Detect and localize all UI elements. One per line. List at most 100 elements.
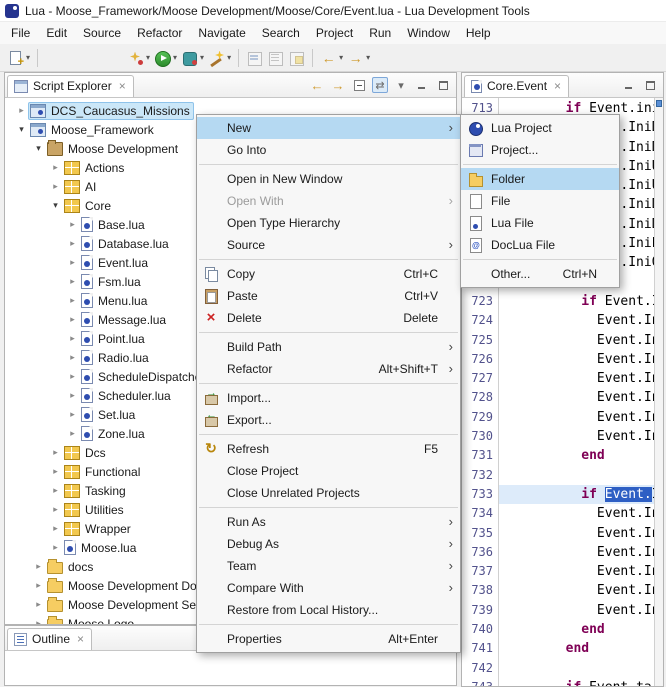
collapsed-arrow-icon[interactable]: ▸ bbox=[49, 162, 62, 173]
collapsed-arrow-icon[interactable]: ▸ bbox=[49, 447, 62, 458]
menu-item-properties[interactable]: PropertiesAlt+Enter bbox=[197, 628, 460, 650]
forward-icon[interactable]: → bbox=[330, 77, 346, 93]
menu-item-source[interactable]: Source› bbox=[197, 234, 460, 256]
dropdown-arrow-icon[interactable]: ▾ bbox=[339, 53, 343, 62]
collapsed-arrow-icon[interactable]: ▸ bbox=[49, 485, 62, 496]
collapsed-arrow-icon[interactable]: ▸ bbox=[32, 580, 45, 591]
collapsed-arrow-icon[interactable]: ▸ bbox=[66, 276, 79, 287]
menu-file[interactable]: File bbox=[3, 23, 38, 43]
menu-item-close-unrelated-projects[interactable]: Close Unrelated Projects bbox=[197, 482, 460, 504]
expanded-arrow-icon[interactable]: ▾ bbox=[15, 124, 28, 135]
collapsed-arrow-icon[interactable]: ▸ bbox=[66, 390, 79, 401]
submenu-item-project[interactable]: Project... bbox=[461, 139, 619, 161]
menu-item-new[interactable]: New› bbox=[197, 117, 460, 139]
tree-item-content: Wrapper bbox=[62, 520, 135, 538]
script-explorer-tab[interactable]: Script Explorer × bbox=[7, 75, 134, 97]
view-menu-icon[interactable]: ▾ bbox=[393, 77, 409, 93]
dropdown-arrow-icon[interactable]: ▾ bbox=[173, 53, 177, 62]
run-button[interactable]: ▾ bbox=[152, 46, 179, 70]
minimize-icon[interactable] bbox=[621, 77, 637, 93]
collapsed-arrow-icon[interactable]: ▸ bbox=[15, 105, 28, 116]
submenu-arrow-icon: › bbox=[449, 234, 453, 256]
submenu-item-other[interactable]: Other...Ctrl+N bbox=[461, 263, 619, 285]
menu-item-restore-from-local-history[interactable]: Restore from Local History... bbox=[197, 599, 460, 621]
dropdown-arrow-icon[interactable]: ▾ bbox=[366, 53, 370, 62]
menu-refactor[interactable]: Refactor bbox=[129, 23, 190, 43]
expanded-arrow-icon[interactable]: ▾ bbox=[32, 143, 45, 154]
minimize-icon[interactable] bbox=[414, 77, 430, 93]
menu-separator bbox=[199, 624, 458, 625]
menu-item-refresh[interactable]: ↻RefreshF5 bbox=[197, 438, 460, 460]
collapsed-arrow-icon[interactable]: ▸ bbox=[49, 542, 62, 553]
back-button[interactable]: ←▾ bbox=[318, 46, 345, 70]
close-tab-icon[interactable]: × bbox=[75, 634, 84, 644]
forward-button[interactable]: →▾ bbox=[345, 46, 372, 70]
menu-project[interactable]: Project bbox=[308, 23, 361, 43]
collapse-all-icon[interactable] bbox=[351, 77, 367, 93]
menu-item-compare-with[interactable]: Compare With› bbox=[197, 577, 460, 599]
submenu-item-file[interactable]: File bbox=[461, 190, 619, 212]
collapsed-arrow-icon[interactable]: ▸ bbox=[66, 238, 79, 249]
coverage-button[interactable]: ▾ bbox=[179, 46, 206, 70]
menu-item-run-as[interactable]: Run As› bbox=[197, 511, 460, 533]
menu-edit[interactable]: Edit bbox=[38, 23, 75, 43]
menu-help[interactable]: Help bbox=[458, 23, 499, 43]
collapsed-arrow-icon[interactable]: ▸ bbox=[66, 295, 79, 306]
outline-tab[interactable]: Outline × bbox=[7, 628, 92, 650]
external-tools-button[interactable]: ▾ bbox=[125, 46, 152, 70]
menu-item-build-path[interactable]: Build Path› bbox=[197, 336, 460, 358]
menu-window[interactable]: Window bbox=[399, 23, 458, 43]
menu-search[interactable]: Search bbox=[254, 23, 308, 43]
collapsed-arrow-icon[interactable]: ▸ bbox=[66, 219, 79, 230]
dropdown-arrow-icon[interactable]: ▾ bbox=[146, 53, 150, 62]
collapsed-arrow-icon[interactable]: ▸ bbox=[66, 257, 79, 268]
collapsed-arrow-icon[interactable]: ▸ bbox=[32, 561, 45, 572]
dropdown-arrow-icon[interactable]: ▾ bbox=[26, 53, 30, 62]
new-wizard-button[interactable]: ▾ bbox=[5, 46, 32, 70]
close-tab-icon[interactable]: × bbox=[552, 81, 561, 91]
collapsed-arrow-icon[interactable]: ▸ bbox=[49, 523, 62, 534]
submenu-item-lua-project[interactable]: Lua Project bbox=[461, 117, 619, 139]
collapsed-arrow-icon[interactable]: ▸ bbox=[49, 504, 62, 515]
collapsed-arrow-icon[interactable]: ▸ bbox=[32, 618, 45, 624]
submenu-item-folder[interactable]: Folder bbox=[461, 168, 619, 190]
close-tab-icon[interactable]: × bbox=[117, 81, 126, 91]
editor-tab[interactable]: Core.Event × bbox=[464, 75, 569, 97]
menu-item-close-project[interactable]: Close Project bbox=[197, 460, 460, 482]
collapsed-arrow-icon[interactable]: ▸ bbox=[49, 181, 62, 192]
menu-item-delete[interactable]: ×DeleteDelete bbox=[197, 307, 460, 329]
menu-item-copy[interactable]: CopyCtrl+C bbox=[197, 263, 460, 285]
menu-item-export[interactable]: Export... bbox=[197, 409, 460, 431]
menu-item-open-type-hierarchy[interactable]: Open Type Hierarchy bbox=[197, 212, 460, 234]
collapsed-arrow-icon[interactable]: ▸ bbox=[66, 428, 79, 439]
expanded-arrow-icon[interactable]: ▾ bbox=[49, 200, 62, 211]
dropdown-arrow-icon[interactable]: ▾ bbox=[200, 53, 204, 62]
menu-navigate[interactable]: Navigate bbox=[190, 23, 253, 43]
back-icon[interactable]: ← bbox=[309, 77, 325, 93]
menu-item-debug-as[interactable]: Debug As› bbox=[197, 533, 460, 555]
collapsed-arrow-icon[interactable]: ▸ bbox=[32, 599, 45, 610]
new-from-template-button[interactable]: ▾ bbox=[206, 46, 233, 70]
overview-ruler[interactable] bbox=[654, 98, 663, 686]
submenu-item-lua-file[interactable]: Lua File bbox=[461, 212, 619, 234]
menu-run[interactable]: Run bbox=[361, 23, 399, 43]
menu-item-go-into[interactable]: Go Into bbox=[197, 139, 460, 161]
menu-source[interactable]: Source bbox=[75, 23, 129, 43]
collapsed-arrow-icon[interactable]: ▸ bbox=[66, 352, 79, 363]
collapsed-arrow-icon[interactable]: ▸ bbox=[66, 409, 79, 420]
maximize-icon[interactable] bbox=[642, 77, 658, 93]
collapsed-arrow-icon[interactable]: ▸ bbox=[49, 466, 62, 477]
collapsed-arrow-icon[interactable]: ▸ bbox=[66, 314, 79, 325]
collapsed-arrow-icon[interactable]: ▸ bbox=[66, 333, 79, 344]
menu-item-import[interactable]: Import... bbox=[197, 387, 460, 409]
menu-item-team[interactable]: Team› bbox=[197, 555, 460, 577]
link-with-editor-icon[interactable]: ⇄ bbox=[372, 77, 388, 93]
submenu-item-doclua-file[interactable]: DocLua File bbox=[461, 234, 619, 256]
dropdown-arrow-icon[interactable]: ▾ bbox=[227, 53, 231, 62]
maximize-icon[interactable] bbox=[435, 77, 451, 93]
menu-item-open-in-new-window[interactable]: Open in New Window bbox=[197, 168, 460, 190]
collapsed-arrow-icon[interactable]: ▸ bbox=[66, 371, 79, 382]
tree-item-label: Fsm.lua bbox=[98, 275, 141, 289]
menu-item-refactor[interactable]: RefactorAlt+Shift+T› bbox=[197, 358, 460, 380]
menu-item-paste[interactable]: PasteCtrl+V bbox=[197, 285, 460, 307]
